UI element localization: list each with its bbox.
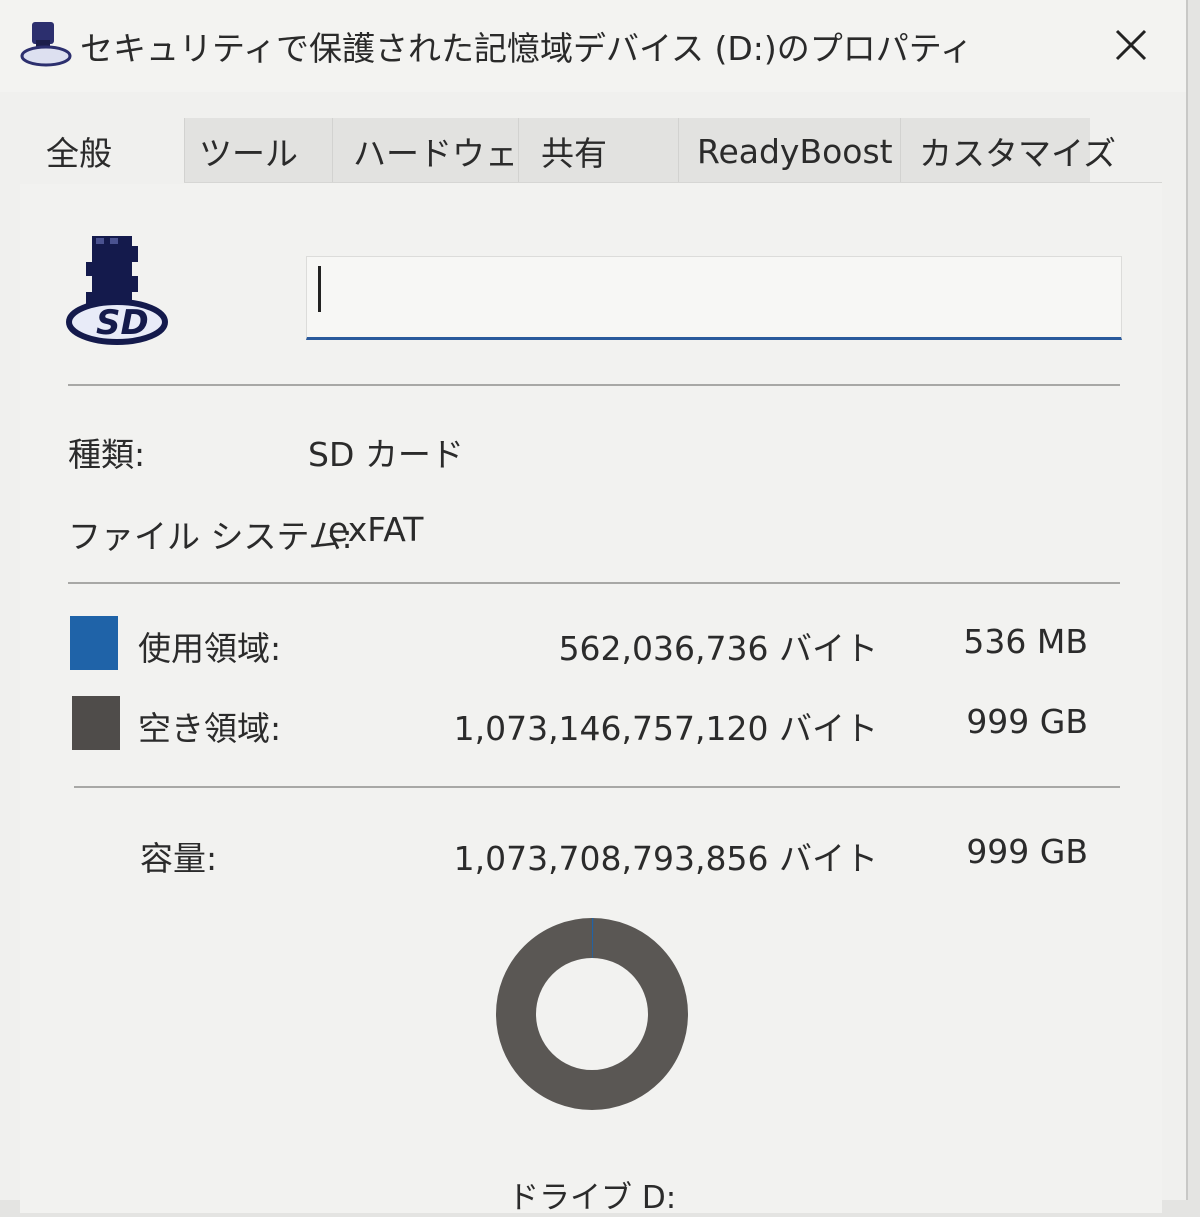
close-icon xyxy=(1115,29,1147,61)
free-space-bytes: 1,073,146,757,120 バイト xyxy=(453,709,878,748)
svg-text:SD: SD xyxy=(96,303,149,343)
tab-general[interactable]: 全般 xyxy=(20,118,184,184)
close-button[interactable] xyxy=(1096,14,1166,76)
free-space-label: 空き領域: xyxy=(138,709,282,748)
tab-strip: 全般 ツール ハードウェア 共有 ReadyBoost カスタマイズ xyxy=(20,118,1120,184)
type-label: 種類: xyxy=(68,435,146,474)
used-space-bytes: 562,036,736 バイト xyxy=(558,629,878,668)
divider xyxy=(74,786,1120,788)
free-space-swatch xyxy=(72,696,120,750)
filesystem-value: exFAT xyxy=(328,510,424,549)
used-space-swatch xyxy=(70,616,118,670)
capacity-bytes: 1,073,708,793,856 バイト xyxy=(453,839,878,878)
usage-ring-chart xyxy=(496,918,688,1110)
window-title: セキュリティで保護された記憶域デバイス (D:)のプロパティ xyxy=(80,29,973,68)
tab-tools[interactable]: ツール xyxy=(184,118,332,184)
free-space-size: 999 GB xyxy=(966,702,1088,741)
free-space-arc xyxy=(496,918,688,1110)
divider xyxy=(68,384,1120,386)
text-caret xyxy=(318,266,321,312)
volume-label-input[interactable] xyxy=(306,256,1122,340)
used-space-label: 使用領域: xyxy=(138,629,282,668)
capacity-size: 999 GB xyxy=(966,832,1088,871)
sd-device-icon xyxy=(18,20,74,68)
used-space-size: 536 MB xyxy=(963,622,1088,661)
tab-sharing[interactable]: 共有 xyxy=(518,118,678,184)
sd-card-icon: SD xyxy=(62,230,172,350)
tab-customize[interactable]: カスタマイズ xyxy=(900,118,1116,184)
capacity-label: 容量: xyxy=(140,839,218,878)
divider xyxy=(68,582,1120,584)
title-bar: セキュリティで保護された記憶域デバイス (D:)のプロパティ xyxy=(0,0,1186,92)
filesystem-label: ファイル システム: xyxy=(68,517,353,556)
tab-readyboost[interactable]: ReadyBoost xyxy=(678,118,900,184)
properties-window: セキュリティで保護された記憶域デバイス (D:)のプロパティ 全般 ツール ハー… xyxy=(0,0,1188,1216)
tab-hardware[interactable]: ハードウェア xyxy=(332,118,551,184)
type-value: SD カード xyxy=(308,435,464,474)
drive-label: ドライブ D: xyxy=(508,1180,677,1216)
